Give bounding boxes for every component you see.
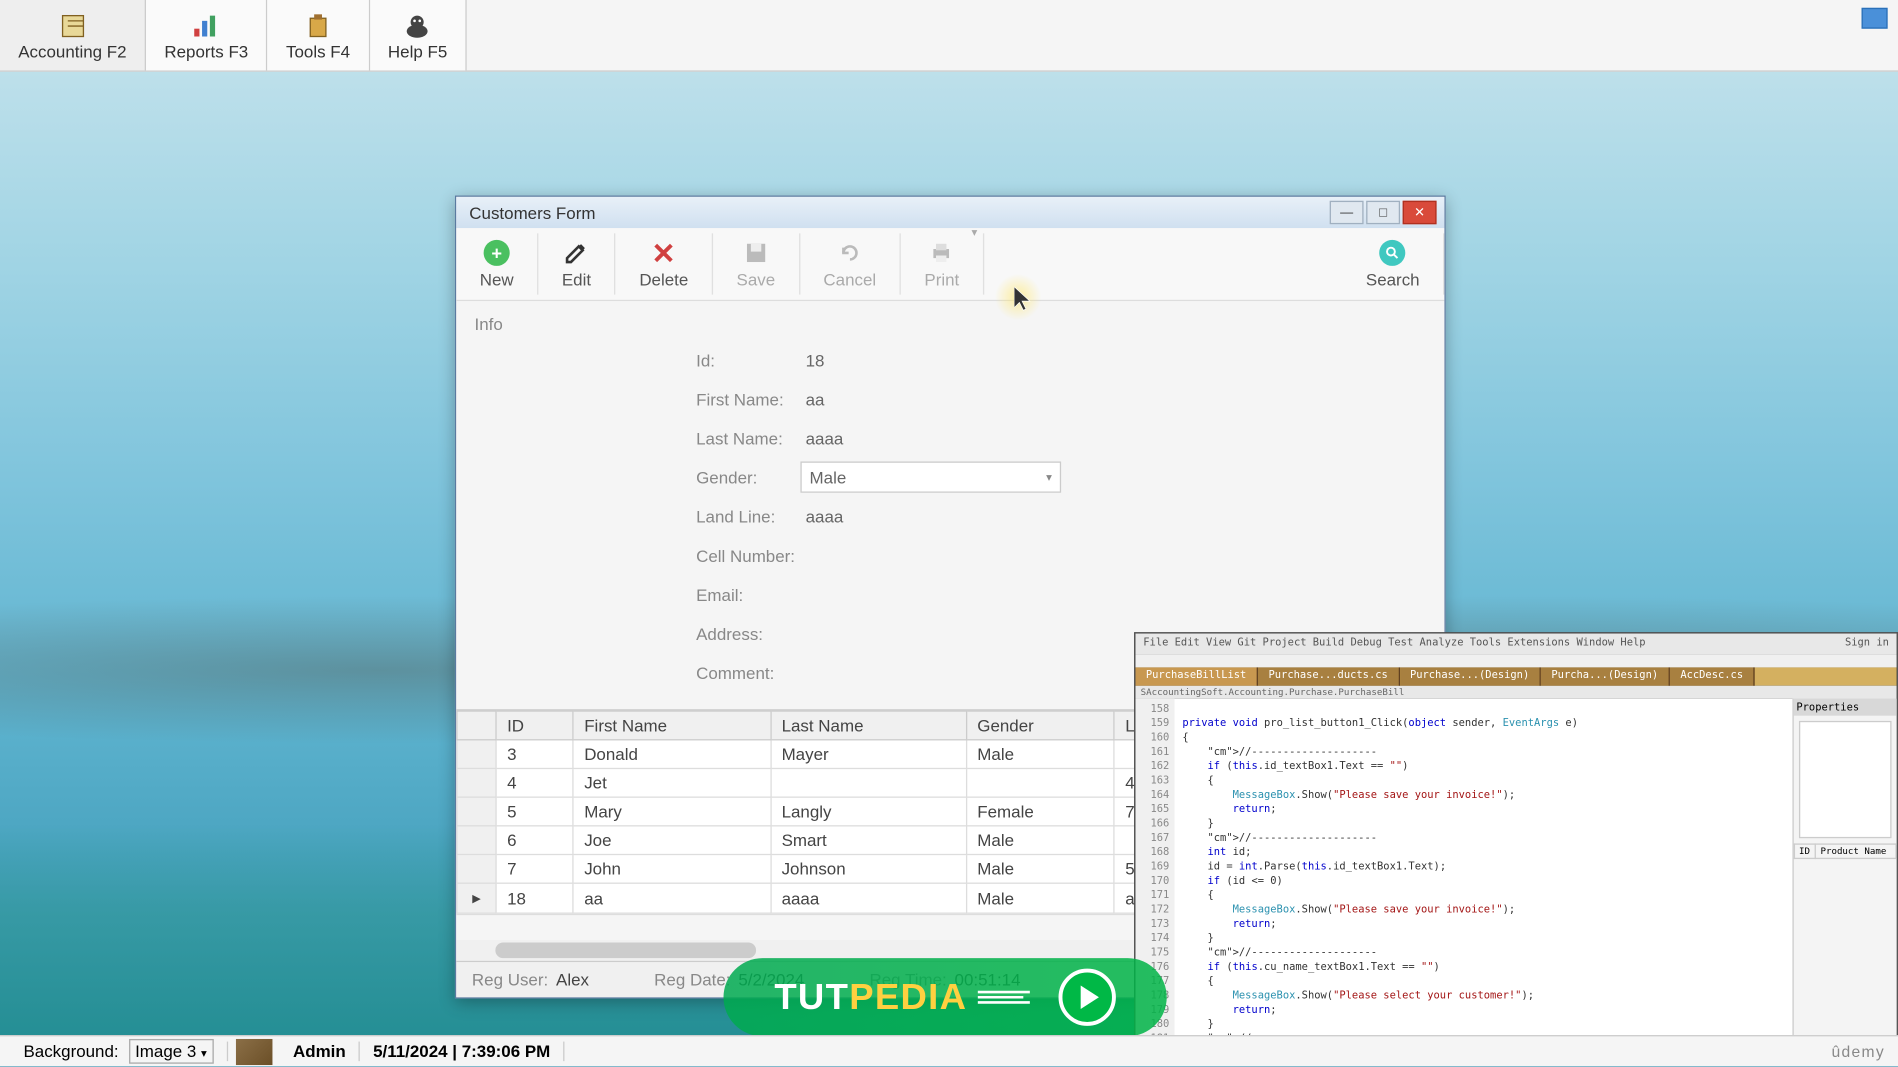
land-line-value: aaaa xyxy=(800,506,843,526)
background-selector[interactable]: Background: Image 3 ▾ xyxy=(10,1042,227,1062)
admin-label: Admin xyxy=(280,1042,360,1062)
tools-icon xyxy=(302,12,333,38)
save-button[interactable]: Save xyxy=(713,233,800,294)
email-label: Email: xyxy=(696,585,800,605)
delete-icon xyxy=(649,239,678,268)
undo-icon xyxy=(835,239,864,268)
chevron-down-icon: ▾ xyxy=(201,1047,207,1060)
col-id[interactable]: ID xyxy=(496,711,573,740)
user-avatar[interactable] xyxy=(236,1038,273,1064)
code-tab[interactable]: Purchase...ducts.cs xyxy=(1258,667,1399,685)
form-toolbar: + New Edit Delete Save Cancel Print ▾ Se… xyxy=(456,228,1444,301)
tutpedia-watermark: TUTPEDIA xyxy=(723,958,1166,1036)
comment-label: Comment: xyxy=(696,663,800,683)
visual-studio-window[interactable]: File Edit View Git Project Build Debug T… xyxy=(1134,632,1898,1056)
print-button[interactable]: Print ▾ xyxy=(901,233,984,294)
udemy-logo: ûdemy xyxy=(1832,1042,1885,1060)
code-tab[interactable]: AccDesc.cs xyxy=(1670,667,1755,685)
gender-label: Gender: xyxy=(696,467,800,487)
print-dropdown-arrow[interactable]: ▾ xyxy=(971,226,977,240)
info-header: Info xyxy=(475,314,1427,334)
land-line-label: Land Line: xyxy=(696,506,800,526)
col-gender[interactable]: Gender xyxy=(966,711,1114,740)
app-status-bar: Background: Image 3 ▾ Admin 5/11/2024 | … xyxy=(0,1035,1898,1066)
reg-user-label: Reg User: xyxy=(472,970,548,990)
first-name-label: First Name: xyxy=(696,389,800,409)
search-icon xyxy=(1380,240,1406,266)
code-content[interactable]: private void pro_list_button1_Click(obje… xyxy=(1175,699,1793,1055)
toolbar-tools[interactable]: Tools F4 xyxy=(268,0,370,70)
play-icon[interactable] xyxy=(1059,969,1116,1026)
print-icon xyxy=(927,239,956,268)
toolbar-help[interactable]: Help F5 xyxy=(370,0,467,70)
new-button[interactable]: + New xyxy=(456,233,538,294)
help-icon xyxy=(402,12,433,38)
code-tab[interactable]: Purcha...(Design) xyxy=(1541,667,1670,685)
save-icon xyxy=(742,239,771,268)
id-label: Id: xyxy=(696,350,800,370)
reg-date-label: Reg Date: xyxy=(654,970,730,990)
maximize-button[interactable]: □ xyxy=(1366,201,1400,224)
accounting-icon xyxy=(57,12,88,38)
last-name-value: aaaa xyxy=(800,428,843,448)
last-name-label: Last Name: xyxy=(696,428,800,448)
cell-number-label: Cell Number: xyxy=(696,546,800,566)
scrollbar-thumb[interactable] xyxy=(495,943,756,959)
mouse-cursor xyxy=(1014,287,1035,320)
toolbar-reports[interactable]: Reports F3 xyxy=(146,0,268,70)
code-tab[interactable]: PurchaseBillList xyxy=(1135,667,1258,685)
id-value: 18 xyxy=(800,350,824,370)
minimize-button[interactable]: — xyxy=(1330,201,1364,224)
delete-button[interactable]: Delete xyxy=(616,233,713,294)
reg-user-value: Alex xyxy=(556,970,589,990)
breadcrumb[interactable]: SAccountingSoft.Accounting.Purchase.Purc… xyxy=(1135,686,1896,699)
gender-dropdown[interactable]: Male ▾ xyxy=(800,461,1061,492)
signin-link[interactable]: Sign in xyxy=(1845,636,1889,652)
properties-panel[interactable]: Properties IDProduct Name xyxy=(1792,699,1896,1055)
col-first-name[interactable]: First Name xyxy=(573,711,770,740)
datetime-display: 5/11/2024 | 7:39:06 PM xyxy=(360,1042,565,1062)
main-toolbar: Accounting F2 Reports F3 Tools F4 Help F… xyxy=(0,0,1898,72)
col-last-name[interactable]: Last Name xyxy=(770,711,966,740)
window-title: Customers Form xyxy=(464,203,1330,223)
background-dropdown[interactable]: Image 3 ▾ xyxy=(129,1039,214,1064)
chevron-down-icon: ▾ xyxy=(1046,470,1052,484)
edit-button[interactable]: Edit xyxy=(538,233,615,294)
vs-tabs: PurchaseBillListPurchase...ducts.csPurch… xyxy=(1135,667,1896,685)
vs-menubar[interactable]: File Edit View Git Project Build Debug T… xyxy=(1135,634,1896,655)
search-button[interactable]: Search xyxy=(1342,233,1444,294)
address-label: Address: xyxy=(696,624,800,644)
plus-icon: + xyxy=(484,240,510,266)
code-tab[interactable]: Purchase...(Design) xyxy=(1400,667,1541,685)
window-titlebar[interactable]: Customers Form — □ ✕ xyxy=(456,197,1444,228)
reports-icon xyxy=(191,12,222,38)
first-name-value: aa xyxy=(800,389,824,409)
cancel-button[interactable]: Cancel xyxy=(800,233,901,294)
toolbar-accounting[interactable]: Accounting F2 xyxy=(0,0,146,70)
edit-icon xyxy=(562,239,591,268)
vs-toolbar[interactable] xyxy=(1135,654,1896,667)
close-button[interactable]: ✕ xyxy=(1403,201,1437,224)
window-restore-icon[interactable] xyxy=(1862,8,1888,29)
